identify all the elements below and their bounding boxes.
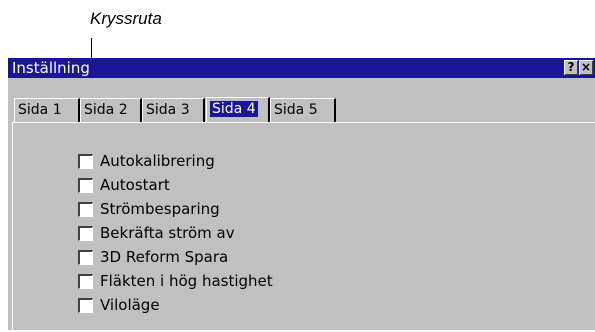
- checkbox[interactable]: [78, 274, 93, 289]
- callout-label: Kryssruta: [90, 9, 162, 28]
- tab-label: Sida 4: [210, 101, 258, 117]
- checkbox[interactable]: [78, 202, 93, 217]
- option-label: Bekräfta ström av: [100, 224, 235, 242]
- tab-sida-1[interactable]: Sida 1: [14, 98, 80, 122]
- checkbox[interactable]: [78, 154, 93, 169]
- tab-sida-3[interactable]: Sida 3: [142, 98, 205, 122]
- tab-label: Sida 3: [146, 102, 190, 118]
- settings-dialog: Inställning ? × Sida 1 Sida 2 Sida 3 Sid…: [8, 58, 595, 332]
- option-label: Strömbesparing: [100, 200, 220, 218]
- close-button[interactable]: ×: [579, 60, 593, 75]
- window-title: Inställning: [12, 59, 90, 77]
- option-label: Fläkten i hög hastighet: [100, 272, 273, 290]
- checkbox[interactable]: [78, 298, 93, 313]
- checkbox[interactable]: [78, 178, 93, 193]
- tab-label: Sida 1: [18, 102, 62, 118]
- option-label: Autostart: [100, 176, 170, 194]
- checkbox[interactable]: [78, 250, 93, 265]
- option-label: Autokalibrering: [100, 152, 215, 170]
- checkbox[interactable]: [78, 226, 93, 241]
- tab-label: Sida 5: [274, 102, 318, 118]
- help-button[interactable]: ?: [564, 60, 578, 75]
- option-label: Viloläge: [100, 296, 160, 314]
- tab-label: Sida 2: [84, 102, 128, 118]
- tab-sida-2[interactable]: Sida 2: [80, 98, 142, 122]
- tab-sida-5[interactable]: Sida 5: [270, 98, 336, 122]
- option-label: 3D Reform Spara: [100, 248, 229, 266]
- tab-sida-4[interactable]: Sida 4: [206, 97, 270, 123]
- title-bar[interactable]: Inställning ? ×: [8, 58, 595, 78]
